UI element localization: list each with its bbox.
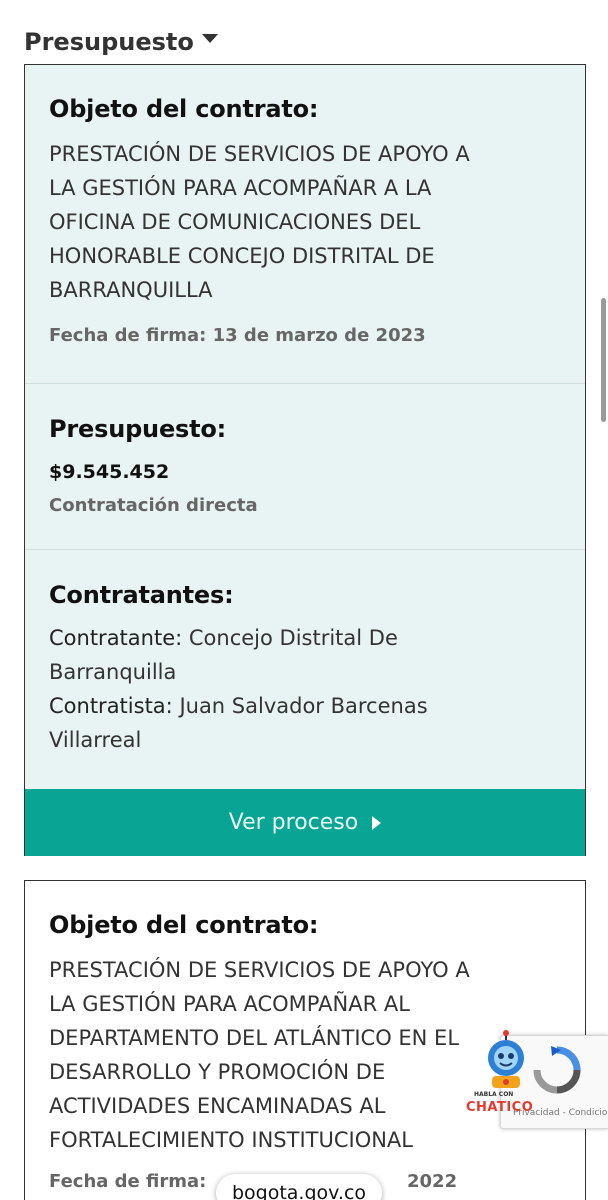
contract-object-line: FORTALECIMIENTO INSTITUCIONAL <box>49 1128 413 1152</box>
parties-list: Contratante: Concejo Distrital De Barran… <box>49 621 561 757</box>
contract-object-text: PRESTACIÓN DE SERVICIOS DE APOYO A LA GE… <box>49 137 561 307</box>
signed-date-label: Fecha de firma: <box>49 1171 207 1192</box>
section-divider <box>25 383 585 384</box>
contracting-party-value: Concejo Distrital De <box>188 626 398 650</box>
chatbot-brand: CHATICO <box>466 1100 534 1115</box>
parties-section: Contratantes: Contratante: Concejo Distr… <box>25 581 585 757</box>
budget-modality: Contratación directa <box>49 495 258 516</box>
contractor-value: Juan Salvador Barcenas <box>179 694 428 718</box>
budget-amount: $9.545.452 <box>49 461 170 483</box>
caret-right-icon <box>372 815 382 830</box>
contract-object-line: PRESTACIÓN DE SERVICIOS DE APOYO A <box>49 142 470 166</box>
address-bar-url: bogota.gov.co <box>231 1182 367 1200</box>
contract-object-heading: Objeto del contrato: <box>49 911 319 939</box>
parties-heading: Contratantes: <box>49 581 234 609</box>
contracting-party-value-cont: Barranquilla <box>49 660 177 684</box>
chatbot-tagline: HABLA CON <box>474 1091 514 1098</box>
contracting-party: Contratante: Concejo Distrital De <box>49 621 561 655</box>
signed-date: Fecha de firma: 13 de marzo de 2023 <box>49 325 426 346</box>
contractor-party: Contratista: Juan Salvador Barcenas <box>49 689 561 723</box>
caret-down-icon <box>201 33 218 43</box>
contract-object-line: LA GESTIÓN PARA ACOMPAÑAR A LA <box>49 176 432 200</box>
budget-heading: Presupuesto: <box>49 415 227 443</box>
chatbot-robot-icon <box>488 1030 524 1088</box>
section-divider <box>25 549 585 550</box>
contract-card: Objeto del contrato: PRESTACIÓN DE SERVI… <box>24 64 586 856</box>
scrollbar-thumb[interactable] <box>601 298 606 422</box>
contract-object-heading: Objeto del contrato: <box>49 95 319 123</box>
address-bar[interactable]: bogota.gov.co <box>216 1174 382 1200</box>
contract-object-line: OFICINA DE COMUNICACIONES DEL <box>49 210 421 234</box>
contract-object-line: HONORABLE CONCEJO DISTRITAL DE <box>49 244 435 268</box>
view-process-label: Ver proceso <box>228 810 359 835</box>
contractor-value-cont: Villarreal <box>49 728 142 752</box>
contract-object-line: BARRANQUILLA <box>49 278 213 302</box>
view-process-button[interactable]: Ver proceso <box>25 789 585 856</box>
contract-object-section: Objeto del contrato: PRESTACIÓN DE SERVI… <box>25 95 585 346</box>
budget-section: Presupuesto: $9.545.452 Contratación dir… <box>25 415 585 516</box>
sort-dropdown-label: Presupuesto <box>24 28 194 56</box>
contracting-party-label: Contratante: <box>49 626 183 650</box>
contractor-label: Contratista: <box>49 694 173 718</box>
sort-dropdown[interactable]: Presupuesto <box>24 28 218 56</box>
signed-date-year: 2022 <box>407 1171 458 1192</box>
chatbot-launcher[interactable]: HABLA CON CHATICO <box>466 1030 546 1115</box>
contract-object-line: LA GESTIÓN PARA ACOMPAÑAR AL <box>49 992 410 1016</box>
contract-object-line: PRESTACIÓN DE SERVICIOS DE APOYO A <box>49 958 470 982</box>
